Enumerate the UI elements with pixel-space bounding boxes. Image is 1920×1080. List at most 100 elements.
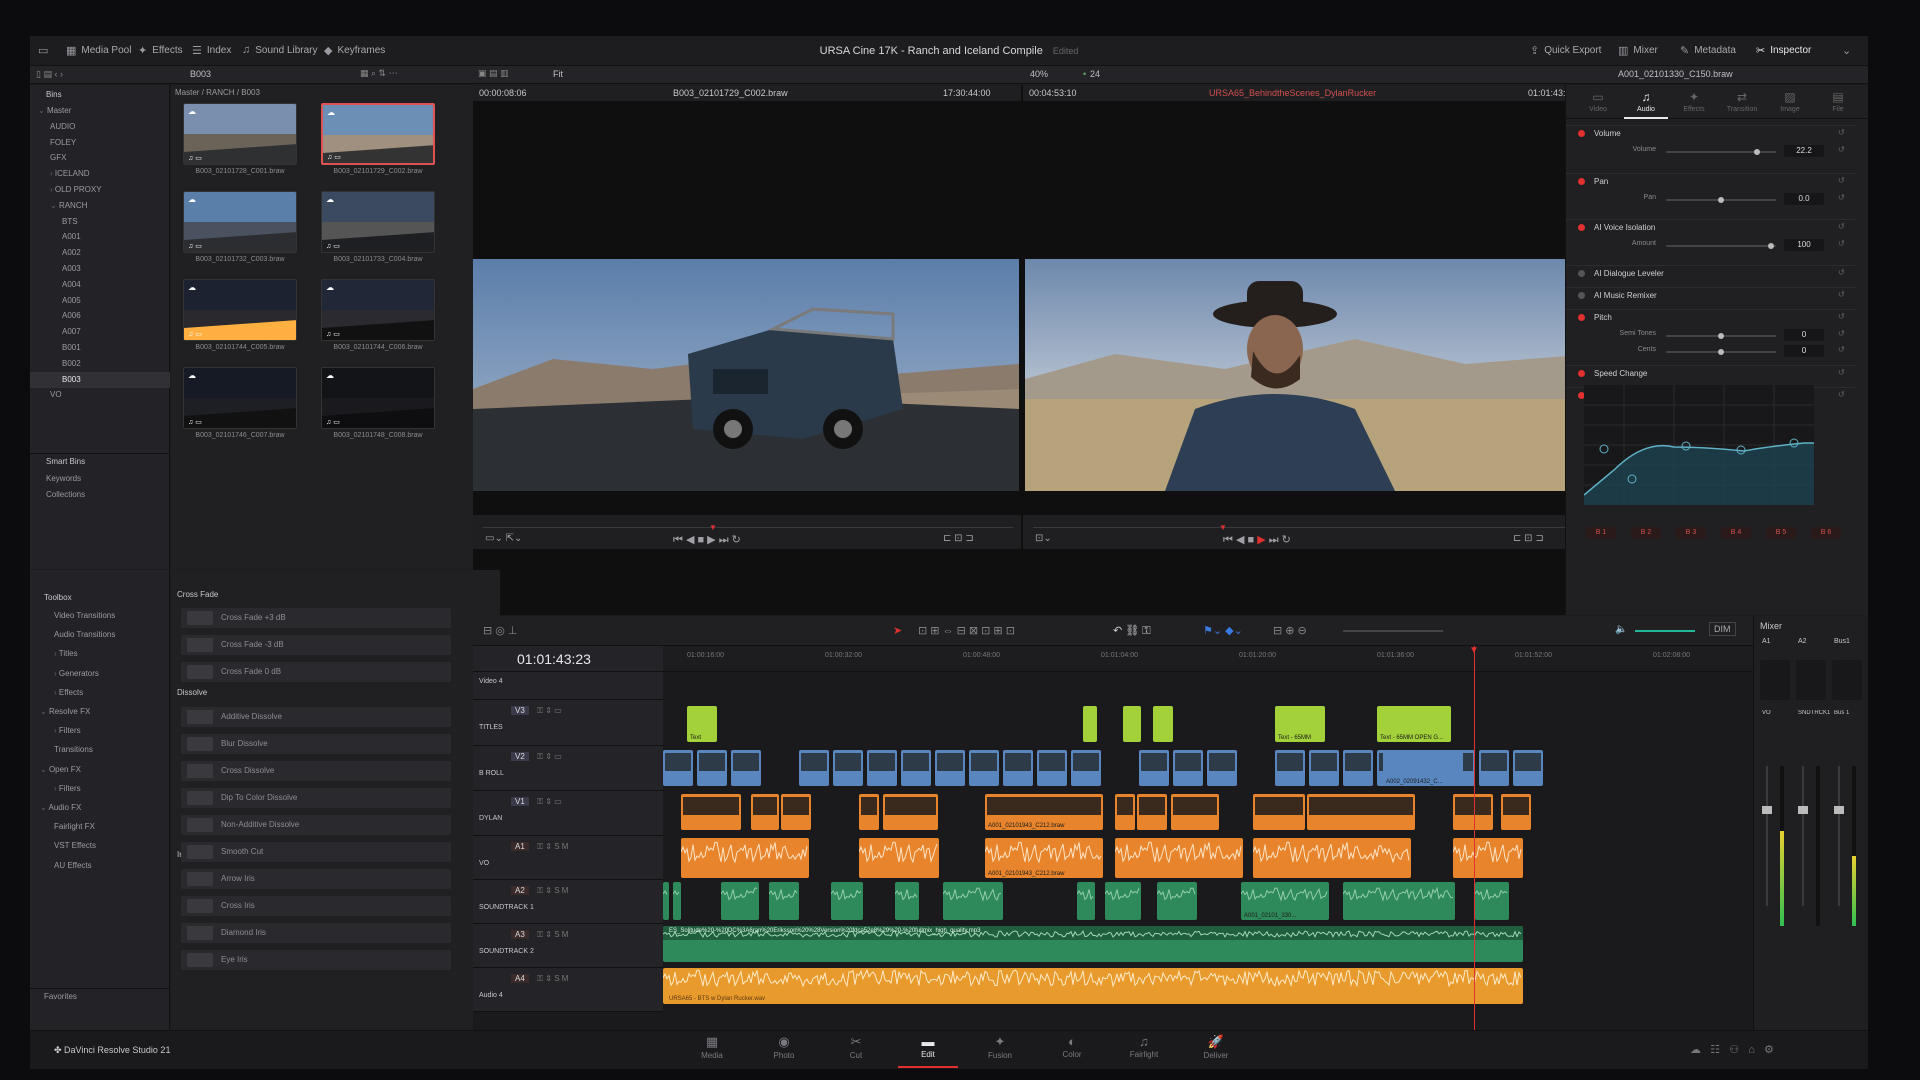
page-tab-label[interactable]: Cut [850, 1051, 862, 1060]
toolbox-item[interactable]: › Titles [30, 646, 170, 662]
toolbox-item-label[interactable]: Audio FX [48, 803, 81, 812]
clip-thumbnail[interactable]: ☁ ♫ ▭ [321, 279, 435, 341]
enable-dot-icon[interactable] [1578, 314, 1585, 321]
page-tab-label[interactable]: Color [1062, 1050, 1081, 1059]
vo-audio-clip[interactable]: A001_02101943_C212.braw [985, 838, 1103, 878]
reset-icon[interactable]: ↺ [1838, 345, 1845, 354]
dylan-clip[interactable] [681, 794, 741, 830]
effect-item[interactable]: Cross Fade +3 dB [181, 608, 451, 628]
source-mode-icon[interactable]: ▭⌄ ⇱⌄ [485, 533, 522, 544]
effect-label[interactable]: Diamond Iris [221, 928, 266, 937]
page-fairlight-icon[interactable]: ♫ [1114, 1034, 1174, 1049]
enable-dot-icon[interactable] [1578, 292, 1585, 299]
clip-filename[interactable]: B003_02101744_C006.braw [318, 344, 438, 351]
tab-audio-icon[interactable]: ♫ [1624, 90, 1668, 104]
level-meter[interactable] [1780, 766, 1784, 926]
page-tab-color[interactable]: ◐ Color [1042, 1034, 1102, 1068]
track-control-icons[interactable]: ⚿ ⇕ ▭ [537, 797, 562, 807]
bin-label[interactable]: B001 [62, 343, 81, 352]
effect-label[interactable]: Cross Fade -3 dB [221, 640, 284, 649]
bin-item[interactable]: A005 [30, 293, 170, 309]
fader-knob[interactable] [1834, 806, 1844, 814]
effect-thumbnail-icon[interactable] [187, 845, 213, 859]
section-label[interactable]: Pitch [1594, 313, 1612, 322]
tree-arrow-icon[interactable]: ⌄ [40, 707, 49, 716]
effect-label[interactable]: Arrow Iris [221, 874, 255, 883]
track-name[interactable]: Audio 4 [479, 992, 503, 999]
track-id-badge[interactable]: A3 [511, 930, 529, 939]
mixer-channel-label[interactable]: Bus1 [1834, 638, 1850, 645]
effect-label[interactable]: Additive Dissolve [221, 712, 282, 721]
clip-filename[interactable]: B003_02101728_C001.braw [180, 168, 300, 175]
soundtrack-clip[interactable] [895, 882, 919, 920]
audio-video-icon[interactable]: ♫ ▭ [188, 242, 202, 250]
fit-dropdown[interactable]: Fit [553, 69, 563, 79]
toolbox-item-label[interactable]: Transitions [54, 745, 93, 754]
reset-icon[interactable]: ↺ [1838, 390, 1845, 399]
ruler-label[interactable]: 01:01:52:00 [1515, 652, 1552, 659]
dylan-clip[interactable] [1115, 794, 1135, 830]
reset-icon[interactable]: ↺ [1838, 176, 1845, 185]
b-roll-clip[interactable] [867, 750, 897, 786]
toolbox-item[interactable]: AU Effects [30, 858, 170, 874]
track-control-icons[interactable]: ⚿ ⇕ ▭ [537, 752, 562, 762]
footer-icons[interactable]: ☁ ☷ ⚇ ⌂ ⚙ [1690, 1043, 1774, 1056]
bin-label[interactable]: ICELAND [55, 169, 90, 178]
inspector-tab-file[interactable]: ▤ File [1816, 87, 1860, 113]
clip-thumbnail[interactable]: ☁ ♫ ▭ [183, 103, 297, 165]
bin-label[interactable]: Master [47, 106, 71, 115]
b-roll-clip[interactable] [1275, 750, 1305, 786]
collapse-icon[interactable]: ⌄ [1842, 44, 1851, 57]
toolbox-item[interactable]: Transitions [30, 742, 170, 758]
page-color-icon[interactable]: ◐ [1042, 1034, 1102, 1049]
clip-thumbnail[interactable]: ☁ ♫ ▭ [183, 191, 297, 253]
audio-video-icon[interactable]: ♫ ▭ [188, 418, 202, 426]
inspector-tab-image[interactable]: ▨ Image [1768, 87, 1812, 113]
effect-thumbnail-icon[interactable] [187, 710, 213, 724]
effect-item[interactable]: Arrow Iris [181, 869, 451, 889]
section-label[interactable]: Pan [1594, 177, 1608, 186]
ruler-label[interactable]: 01:02:08:00 [1653, 652, 1690, 659]
track-id-badge[interactable]: V3 [511, 706, 529, 715]
audio-video-icon[interactable]: ♫ ▭ [188, 154, 202, 162]
bin-item[interactable]: A003 [30, 261, 170, 277]
bin-item[interactable]: A007 [30, 324, 170, 340]
bin-label[interactable]: A006 [62, 311, 81, 320]
bin-label[interactable]: A005 [62, 296, 81, 305]
clip-label[interactable]: A002_02091432_C... [1386, 779, 1443, 785]
ruler-label[interactable]: 01:00:16:00 [687, 652, 724, 659]
page-cut-icon[interactable]: ✂ [826, 1034, 886, 1050]
bin-label[interactable]: B003 [62, 375, 81, 384]
timeline-ruler[interactable]: 01:00:16:00 01:00:32:00 01:00:48:00 01:01:0… [663, 646, 1753, 672]
slider-knob[interactable] [1767, 243, 1774, 249]
track-name[interactable]: DYLAN [479, 815, 502, 822]
soundtrack-clip[interactable] [769, 882, 799, 920]
source-transport-buttons[interactable]: ⏮ ◀ ■ ▶ ⏭ ↻ [673, 533, 741, 547]
clip-thumbnail[interactable]: ☁ ♫ ▭ [183, 367, 297, 429]
view-mode-icon[interactable]: ▦ ⌕ ⇅ ⋯ [360, 68, 398, 79]
speed-change-section[interactable]: Speed Change ↺ [1566, 365, 1856, 383]
volume-slider-track[interactable] [1666, 149, 1776, 155]
soundtrack-clip[interactable] [673, 882, 681, 920]
toolbox-item[interactable]: Fairlight FX [30, 819, 170, 835]
inspector-tab-label[interactable]: File [1816, 106, 1860, 113]
dylan-clip[interactable] [751, 794, 779, 830]
bin-label[interactable]: OLD PROXY [55, 185, 102, 194]
track-id-badge[interactable]: A1 [511, 842, 529, 851]
track-name[interactable]: B ROLL [479, 770, 504, 777]
b-roll-clip[interactable] [1139, 750, 1169, 786]
clip-label[interactable]: A001_02101943_C212.braw [988, 871, 1064, 877]
soundtrack-clip[interactable] [663, 882, 669, 920]
slider-knob[interactable] [1718, 333, 1724, 339]
dylan-clip[interactable] [781, 794, 811, 830]
toolbox-item[interactable]: ⌄ Audio FX [30, 800, 170, 816]
bin-item[interactable]: A002 [30, 245, 170, 261]
playhead-icon[interactable]: ▼ [1469, 646, 1480, 656]
vo-audio-clip[interactable] [1453, 838, 1523, 878]
soundtrack-clip[interactable] [831, 882, 863, 920]
soundtrack-clip[interactable] [1077, 882, 1095, 920]
clip-thumbnail[interactable]: ☁ ♫ ▭ [183, 279, 297, 341]
page-edit-icon[interactable]: ▬ [898, 1034, 958, 1049]
page-tab-media[interactable]: ▦ Media [682, 1034, 742, 1068]
b-roll-clip[interactable] [1207, 750, 1237, 786]
